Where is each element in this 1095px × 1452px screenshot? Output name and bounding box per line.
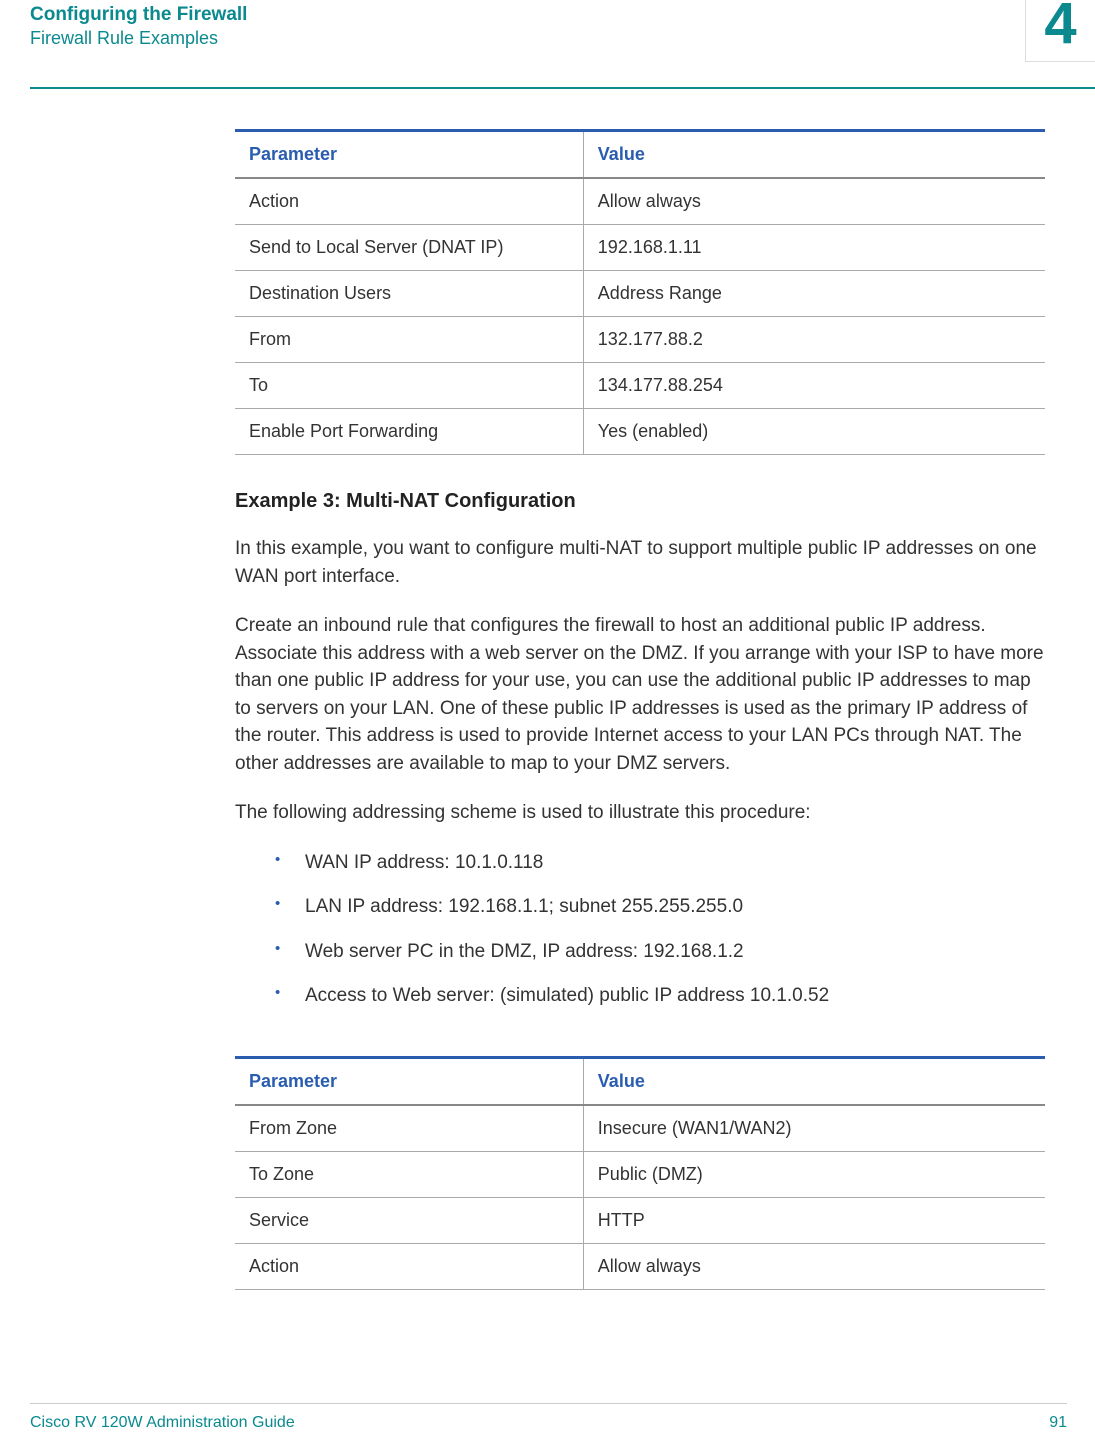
list-item: Access to Web server: (simulated) public… [275, 982, 1045, 1011]
header-title: Configuring the Firewall [30, 4, 1065, 26]
col-value: Value [583, 131, 1045, 179]
table-row: From132.177.88.2 [235, 317, 1045, 363]
cell-param: Action [235, 178, 583, 225]
cell-param: To [235, 363, 583, 409]
page-footer: Cisco RV 120W Administration Guide 91 [30, 1403, 1067, 1432]
page-header: Configuring the Firewall Firewall Rule E… [0, 0, 1095, 49]
cell-value: HTTP [583, 1197, 1045, 1243]
cell-param: To Zone [235, 1151, 583, 1197]
list-item: WAN IP address: 10.1.0.118 [275, 849, 1045, 878]
table-row: ActionAllow always [235, 1243, 1045, 1289]
cell-param: Destination Users [235, 271, 583, 317]
col-parameter: Parameter [235, 131, 583, 179]
cell-param: Enable Port Forwarding [235, 409, 583, 455]
cell-value: 132.177.88.2 [583, 317, 1045, 363]
page-number: 91 [1049, 1414, 1067, 1432]
header-subtitle: Firewall Rule Examples [30, 28, 1065, 49]
example-heading: Example 3: Multi-NAT Configuration [235, 490, 1045, 513]
parameter-table-2: Parameter Value From ZoneInsecure (WAN1/… [235, 1056, 1045, 1290]
cell-param: Send to Local Server (DNAT IP) [235, 225, 583, 271]
cell-param: From Zone [235, 1105, 583, 1152]
list-item: Web server PC in the DMZ, IP address: 19… [275, 938, 1045, 967]
list-item: LAN IP address: 192.168.1.1; subnet 255.… [275, 893, 1045, 922]
chapter-number: 4 [1025, 0, 1095, 62]
cell-param: Action [235, 1243, 583, 1289]
table-row: From ZoneInsecure (WAN1/WAN2) [235, 1105, 1045, 1152]
table-row: To134.177.88.254 [235, 363, 1045, 409]
parameter-table-1: Parameter Value ActionAllow always Send … [235, 129, 1045, 455]
table-header-row: Parameter Value [235, 131, 1045, 179]
cell-param: Service [235, 1197, 583, 1243]
table-row: ServiceHTTP [235, 1197, 1045, 1243]
cell-value: 134.177.88.254 [583, 363, 1045, 409]
address-scheme-list: WAN IP address: 10.1.0.118 LAN IP addres… [275, 849, 1045, 1011]
col-parameter: Parameter [235, 1057, 583, 1105]
col-value: Value [583, 1057, 1045, 1105]
footer-left: Cisco RV 120W Administration Guide [30, 1414, 295, 1432]
cell-value: Allow always [583, 1243, 1045, 1289]
paragraph: The following addressing scheme is used … [235, 799, 1045, 827]
cell-value: 192.168.1.11 [583, 225, 1045, 271]
table-row: Destination UsersAddress Range [235, 271, 1045, 317]
table-row: Send to Local Server (DNAT IP)192.168.1.… [235, 225, 1045, 271]
paragraph: In this example, you want to configure m… [235, 535, 1045, 590]
table-row: Enable Port ForwardingYes (enabled) [235, 409, 1045, 455]
cell-value: Address Range [583, 271, 1045, 317]
table-row: ActionAllow always [235, 178, 1045, 225]
cell-param: From [235, 317, 583, 363]
paragraph: Create an inbound rule that configures t… [235, 612, 1045, 777]
cell-value: Allow always [583, 178, 1045, 225]
cell-value: Public (DMZ) [583, 1151, 1045, 1197]
table-row: To ZonePublic (DMZ) [235, 1151, 1045, 1197]
cell-value: Yes (enabled) [583, 409, 1045, 455]
cell-value: Insecure (WAN1/WAN2) [583, 1105, 1045, 1152]
table-header-row: Parameter Value [235, 1057, 1045, 1105]
page-content: Parameter Value ActionAllow always Send … [0, 89, 1095, 1290]
